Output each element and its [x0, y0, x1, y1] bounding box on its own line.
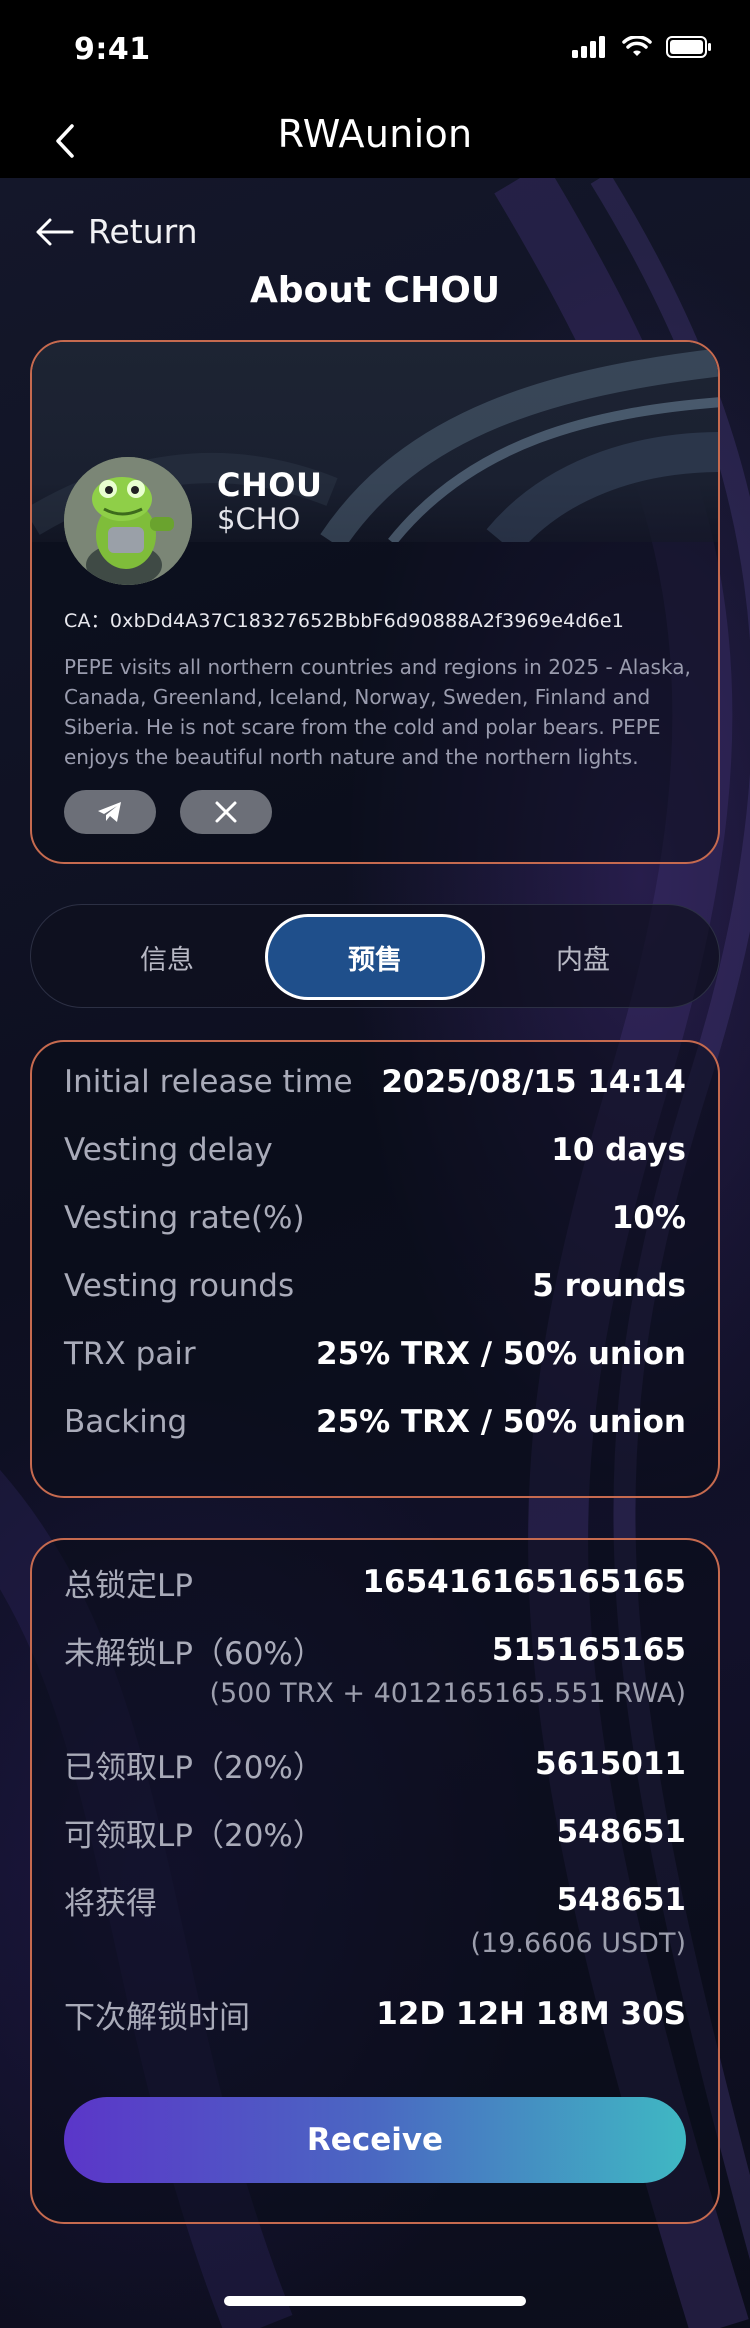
lp-next-unlock-row: 下次解锁时间 12D 12H 18M 30S	[64, 1994, 686, 2036]
vesting-row: Vesting rate(%) 10%	[64, 1198, 686, 1238]
lp-receive-row: 将获得 548651	[64, 1880, 686, 1922]
vesting-row: Vesting delay 10 days	[64, 1130, 686, 1170]
lp-unlocked-label: 未解锁LP（60%）	[64, 1635, 324, 1672]
x-icon	[215, 801, 237, 823]
lp-unlocked-row: 未解锁LP（60%） 515165165	[64, 1630, 686, 1672]
token-avatar	[64, 457, 192, 585]
vesting-label: Backing	[64, 1404, 188, 1440]
tab-bar: 信息 预售 内盘	[30, 904, 720, 1008]
lp-total-label: 总锁定LP	[64, 1567, 193, 1604]
token-symbol: $CHO	[217, 502, 301, 536]
telegram-link-button[interactable]	[64, 790, 156, 834]
return-label: Return	[88, 212, 198, 251]
vesting-label: TRX pair	[64, 1336, 196, 1372]
vesting-label: Vesting rounds	[64, 1268, 295, 1304]
page-title: About CHOU	[249, 270, 501, 311]
lp-claimable-value: 548651	[556, 1814, 686, 1850]
lp-card: 总锁定LP 165416165165165 未解锁LP（60%） 5151651…	[30, 1538, 720, 2224]
token-description: PEPE visits all northern countries and r…	[64, 655, 691, 769]
vesting-value: 25% TRX / 50% union	[316, 1336, 686, 1372]
token-name: CHOU	[217, 466, 323, 504]
x-link-button[interactable]	[180, 790, 272, 834]
vesting-row: Vesting rounds 5 rounds	[64, 1266, 686, 1306]
lp-claimed-row: 已领取LP（20%） 5615011	[64, 1744, 686, 1786]
nav-title: RWAunion	[277, 112, 473, 156]
vesting-value: 2025/08/15 14:14	[381, 1064, 686, 1100]
status-time: 9:41	[74, 32, 151, 67]
receive-button[interactable]: Receive	[64, 2097, 686, 2183]
vesting-label: Initial release time	[64, 1064, 353, 1100]
token-card: CHOU $CHO CA：0xbDd4A37C18327652BbbF6d908…	[30, 340, 720, 864]
vesting-value: 10%	[611, 1200, 686, 1236]
nav-bar: RWAunion	[0, 100, 750, 178]
contract-address[interactable]: CA：0xbDd4A37C18327652BbbF6d90888A2f3969e…	[64, 606, 624, 633]
arrow-left-icon	[36, 218, 74, 245]
vesting-card: Initial release time 2025/08/15 14:14 Ve…	[30, 1040, 720, 1498]
lp-claimed-label: 已领取LP（20%）	[64, 1749, 324, 1786]
lp-receive-usdt: (19.6606 USDT)	[470, 1928, 687, 1959]
lp-receive-value: 548651	[556, 1882, 686, 1918]
telegram-icon	[98, 802, 121, 822]
vesting-row: Backing 25% TRX / 50% union	[64, 1402, 686, 1442]
lp-claimed-value: 5615011	[535, 1746, 686, 1782]
vesting-label: Vesting rate(%)	[64, 1200, 305, 1236]
lp-total-value: 165416165165165	[362, 1564, 686, 1600]
vesting-row: Initial release time 2025/08/15 14:14	[64, 1062, 686, 1102]
lp-total-row: 总锁定LP 165416165165165	[64, 1562, 686, 1604]
lp-claimable-row: 可领取LP（20%） 548651	[64, 1812, 686, 1854]
battery-icon	[666, 36, 711, 58]
lp-unlocked-value: 515165165	[491, 1632, 686, 1668]
lp-claimable-label: 可领取LP（20%）	[64, 1817, 324, 1854]
vesting-value: 10 days	[551, 1132, 686, 1168]
return-link[interactable]: Return	[34, 212, 198, 251]
tab-presale[interactable]: 预售	[265, 914, 485, 1000]
lp-receive-label: 将获得	[64, 1885, 157, 1922]
vesting-value: 5 rounds	[532, 1268, 686, 1304]
home-indicator	[224, 2296, 526, 2306]
tab-internal[interactable]: 内盘	[493, 905, 673, 1009]
lp-unlocked-breakdown: (500 TRX + 4012165165.551 RWA)	[209, 1678, 686, 1709]
status-bar: 9:41	[0, 0, 750, 100]
vesting-value: 25% TRX / 50% union	[316, 1404, 686, 1440]
vesting-row: TRX pair 25% TRX / 50% union	[64, 1334, 686, 1374]
tab-info[interactable]: 信息	[77, 905, 257, 1009]
lp-next-unlock-label: 下次解锁时间	[64, 1999, 250, 2036]
lp-next-unlock-value: 12D 12H 18M 30S	[376, 1996, 686, 2032]
vesting-label: Vesting delay	[64, 1132, 273, 1168]
signal-icon	[572, 36, 605, 58]
wifi-icon	[622, 36, 652, 56]
